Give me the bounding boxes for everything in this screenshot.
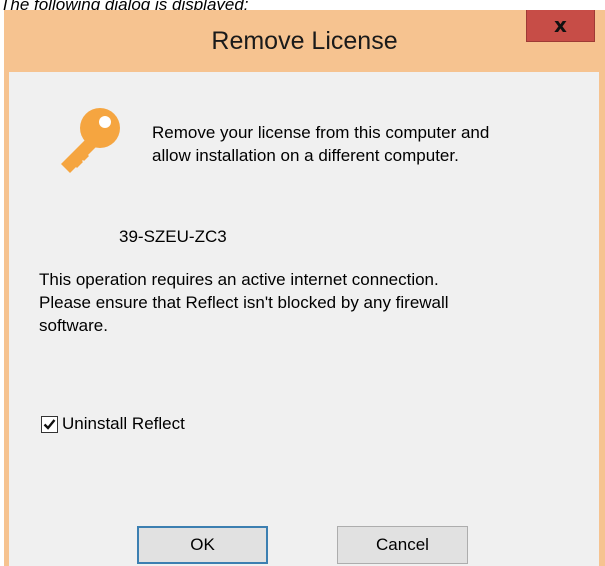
uninstall-reflect-label[interactable]: Uninstall Reflect: [62, 413, 185, 435]
remove-license-dialog: Remove License x Remove your license fro…: [4, 10, 605, 566]
info-line: software.: [39, 316, 108, 335]
uninstall-reflect-option[interactable]: Uninstall Reflect: [41, 413, 185, 435]
ok-button[interactable]: OK: [137, 526, 268, 564]
info-text: This operation requires an active intern…: [39, 268, 594, 337]
intro-text: Remove your license from this computer a…: [152, 121, 592, 167]
intro-line: Remove your license from this computer a…: [152, 123, 490, 142]
dialog-title: Remove License: [211, 27, 398, 55]
key-icon: [58, 104, 128, 174]
info-line: This operation requires an active intern…: [39, 270, 439, 289]
info-line: Please ensure that Reflect isn't blocked…: [39, 293, 449, 312]
close-button[interactable]: x: [526, 10, 595, 42]
dialog-body: Remove your license from this computer a…: [9, 72, 599, 566]
cancel-button[interactable]: Cancel: [337, 526, 468, 564]
title-bar[interactable]: Remove License x: [4, 10, 605, 70]
checkmark-icon: [43, 418, 56, 430]
uninstall-reflect-checkbox[interactable]: [41, 415, 58, 433]
license-code: 39-SZEU-ZC3: [119, 227, 227, 246]
intro-line: allow installation on a different comput…: [152, 146, 459, 165]
